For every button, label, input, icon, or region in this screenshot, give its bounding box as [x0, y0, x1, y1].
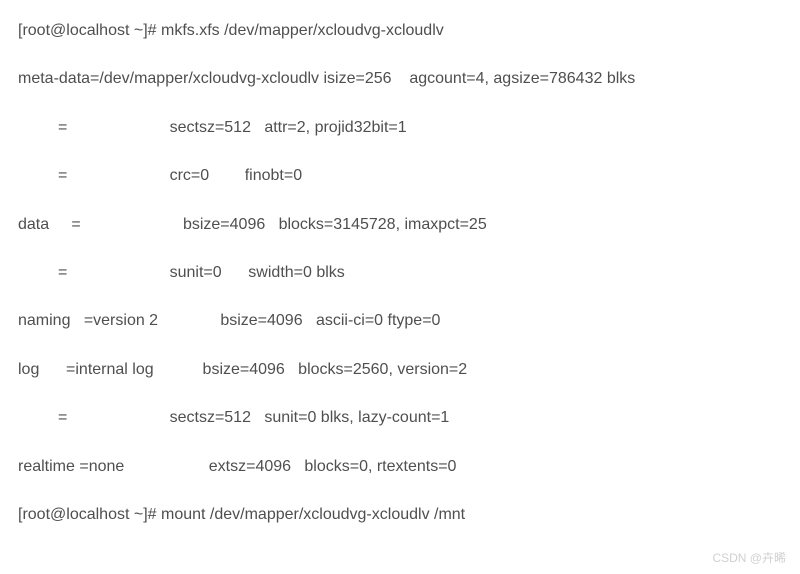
- terminal-line: = crc=0 finobt=0: [18, 165, 782, 187]
- terminal-output: [root@localhost ~]# mkfs.xfs /dev/mapper…: [18, 20, 782, 526]
- terminal-line: = sunit=0 swidth=0 blks: [18, 262, 782, 284]
- terminal-line: data = bsize=4096 blocks=3145728, imaxpc…: [18, 214, 782, 236]
- watermark-text: CSDN @卉晞: [712, 550, 786, 567]
- terminal-line: realtime =none extsz=4096 blocks=0, rtex…: [18, 456, 782, 478]
- terminal-line: [root@localhost ~]# mount /dev/mapper/xc…: [18, 504, 782, 526]
- terminal-line: meta-data=/dev/mapper/xcloudvg-xcloudlv …: [18, 68, 782, 90]
- terminal-line: = sectsz=512 attr=2, projid32bit=1: [18, 117, 782, 139]
- terminal-line: log =internal log bsize=4096 blocks=2560…: [18, 359, 782, 381]
- terminal-line: [root@localhost ~]# mkfs.xfs /dev/mapper…: [18, 20, 782, 42]
- terminal-line: naming =version 2 bsize=4096 ascii-ci=0 …: [18, 310, 782, 332]
- terminal-line: = sectsz=512 sunit=0 blks, lazy-count=1: [18, 407, 782, 429]
